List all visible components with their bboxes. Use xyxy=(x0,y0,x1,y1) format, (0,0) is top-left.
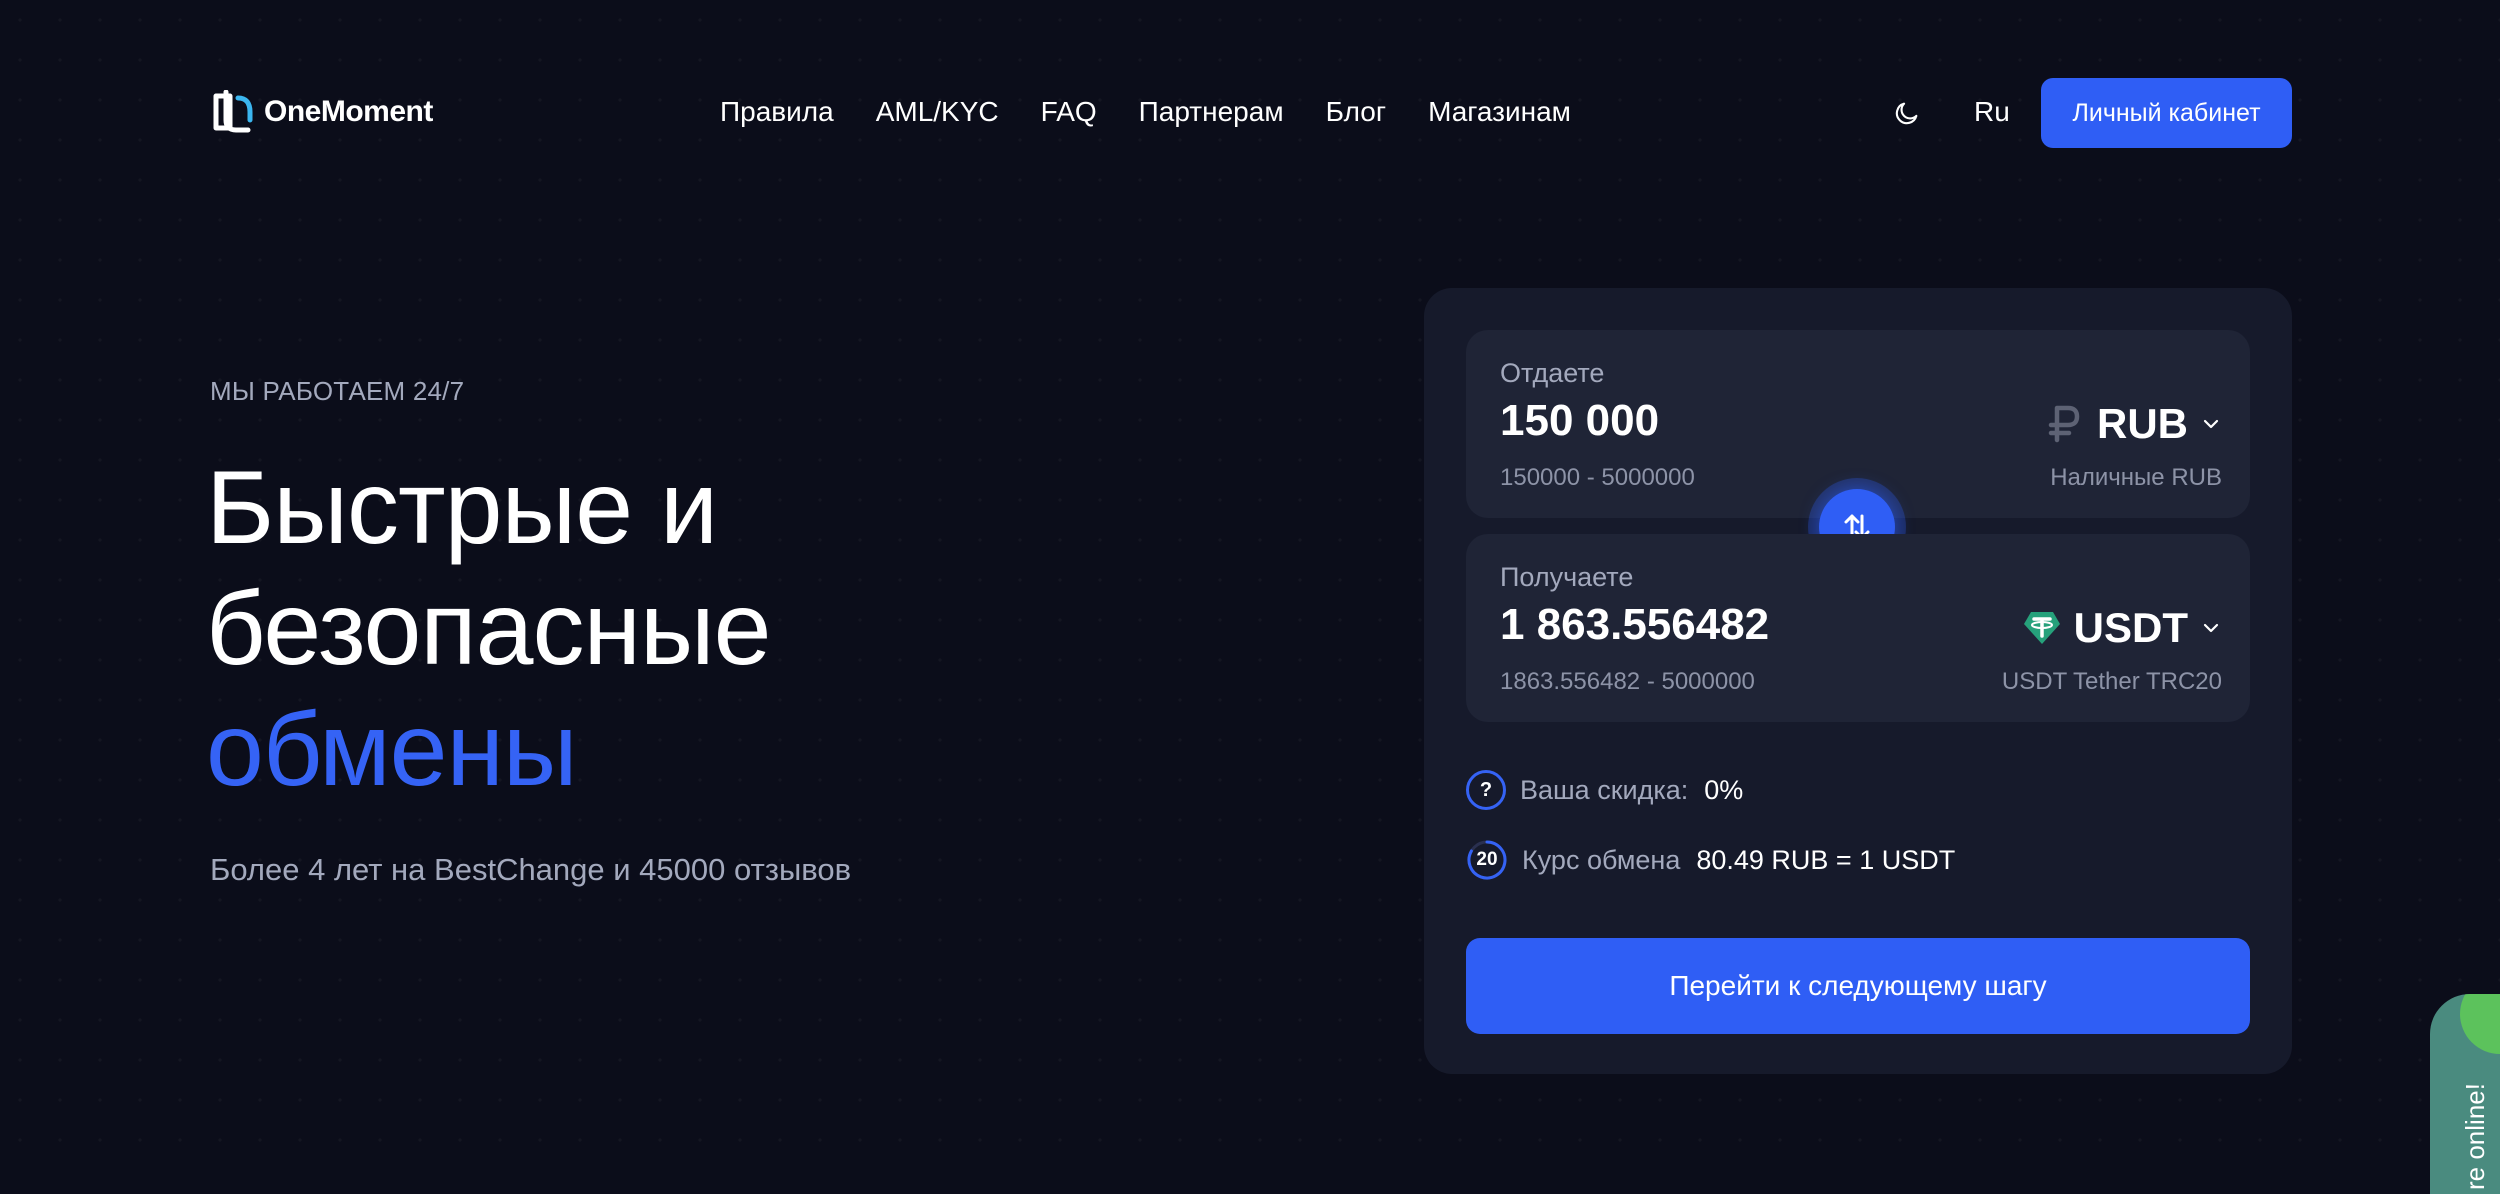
nav-blog[interactable]: Блог xyxy=(1326,96,1387,128)
chevron-down-icon xyxy=(2203,623,2219,633)
give-amount-input[interactable] xyxy=(1500,396,1920,446)
nav-aml-kyc[interactable]: AML/KYC xyxy=(876,96,999,128)
online-chat-widget[interactable]: re online! xyxy=(2430,994,2500,1194)
hero-eyebrow: МЫ РАБОТАЕМ 24/7 xyxy=(210,376,465,406)
tether-icon xyxy=(2022,608,2062,648)
next-step-button[interactable]: Перейти к следующему шагу xyxy=(1466,938,2250,1034)
online-status-dot xyxy=(2460,994,2500,1054)
rate-timer-icon: 20 xyxy=(1466,839,1508,881)
get-label: Получаете xyxy=(1500,562,1634,592)
discount-row: ? Ваша скидка: 0% xyxy=(1466,768,1743,812)
rate-row: 20 Курс обмена 80.49 RUB = 1 USDT xyxy=(1466,838,1955,882)
language-switcher[interactable]: Ru xyxy=(1974,92,2010,132)
personal-account-button[interactable]: Личный кабинет xyxy=(2041,78,2292,148)
get-currency-select[interactable]: USDT xyxy=(2022,604,2222,652)
get-field: Получаете 1863.556482 - 5000000 USDT USD… xyxy=(1466,534,2250,722)
rate-value: 80.49 RUB = 1 USDT xyxy=(1696,844,1956,875)
hero-subtitle: Более 4 лет на BestChange и 45000 отзыво… xyxy=(210,852,852,887)
help-icon[interactable]: ? xyxy=(1466,770,1506,810)
nav-faq[interactable]: FAQ xyxy=(1041,96,1097,128)
nav-partners[interactable]: Партнерам xyxy=(1139,96,1284,128)
rate-timer-value: 20 xyxy=(1476,849,1498,870)
online-widget-text: re online! xyxy=(2460,1083,2490,1190)
headline-accent: обмены xyxy=(206,692,578,808)
rate-label: Курс обмена xyxy=(1522,844,1681,875)
headline-line-1: Быстрые и xyxy=(206,450,718,566)
hero-headline: Быстрые и безопасные обмены xyxy=(206,448,771,811)
moon-icon xyxy=(1895,102,1918,125)
give-currency-code: RUB xyxy=(2097,400,2188,447)
ruble-icon xyxy=(2045,404,2085,444)
logo[interactable]: OneMoment xyxy=(210,90,433,134)
get-amount-input[interactable] xyxy=(1500,600,1920,650)
get-range: 1863.556482 - 5000000 xyxy=(1500,668,1755,695)
main-nav: Правила AML/KYC FAQ Партнерам Блог Магаз… xyxy=(720,92,1571,132)
get-currency-sub: USDT Tether TRC20 xyxy=(2001,668,2222,695)
discount-value: 0% xyxy=(1704,774,1744,805)
nav-rules[interactable]: Правила xyxy=(720,96,834,128)
headline-line-2: безопасные xyxy=(206,571,771,687)
give-label: Отдаете xyxy=(1500,358,1605,388)
get-currency-code: USDT xyxy=(2073,604,2188,651)
chevron-down-icon xyxy=(2203,419,2219,429)
give-currency-sub: Наличные RUB xyxy=(2050,464,2222,491)
logo-text: OneMoment xyxy=(264,95,433,128)
logo-mark-icon xyxy=(213,90,253,133)
nav-shops[interactable]: Магазинам xyxy=(1428,96,1571,128)
discount-label: Ваша скидка: xyxy=(1520,774,1689,805)
give-range: 150000 - 5000000 xyxy=(1500,464,1695,491)
theme-toggle-button[interactable] xyxy=(1890,96,1924,130)
give-currency-select[interactable]: RUB xyxy=(2045,400,2222,448)
